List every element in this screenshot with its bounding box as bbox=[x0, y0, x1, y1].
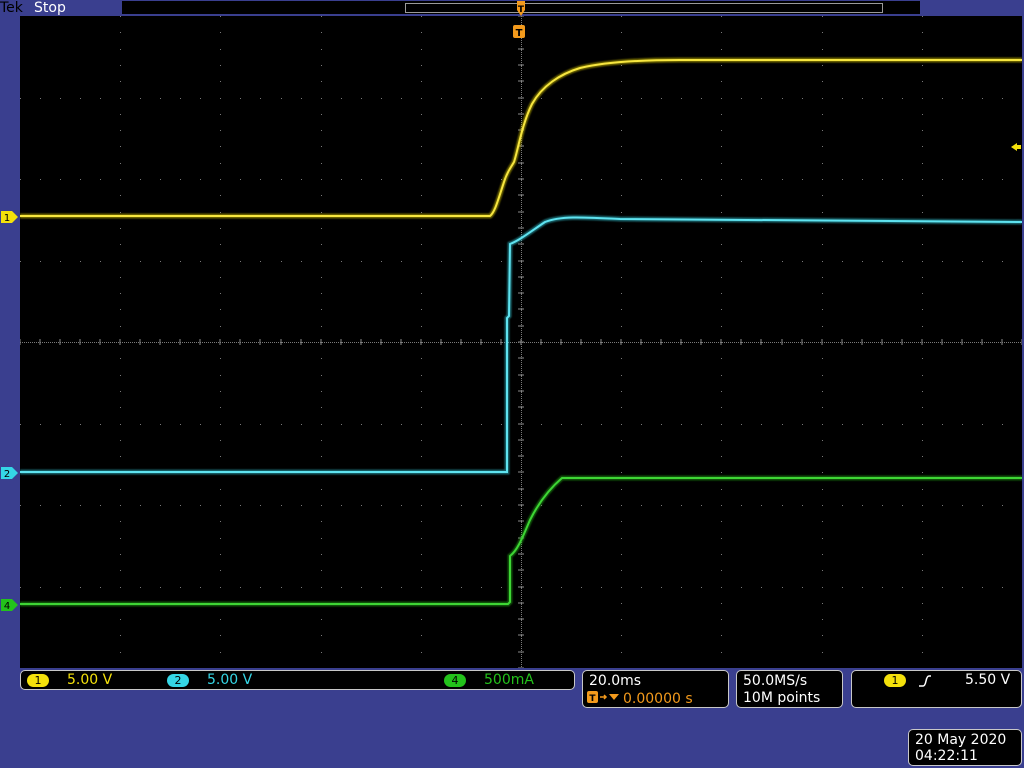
channel-2-scale[interactable]: 5.00 V bbox=[207, 672, 252, 689]
record-length: 10M points bbox=[743, 690, 821, 706]
grid-lines bbox=[20, 16, 1022, 668]
date-label: 20 May 2020 bbox=[915, 732, 1007, 748]
channel-2-badge[interactable]: 2 bbox=[167, 674, 189, 687]
timebase-panel[interactable]: 20.0ms T 0.00000 s bbox=[582, 670, 729, 708]
trigger-position-label: T bbox=[518, 5, 525, 15]
trigger-time-marker-icon: T bbox=[513, 25, 525, 39]
trigger-source-badge[interactable]: 1 bbox=[884, 674, 906, 687]
channel-4-marker[interactable]: 4 bbox=[0, 597, 19, 612]
top-bar: Tek Stop T bbox=[0, 0, 1024, 16]
sample-rate: 50.0MS/s bbox=[743, 673, 808, 689]
channel-1-marker[interactable]: 1 bbox=[0, 209, 19, 224]
record-view-window[interactable] bbox=[405, 3, 883, 13]
channel-4-badge[interactable]: 4 bbox=[444, 674, 466, 687]
rising-edge-icon bbox=[919, 675, 931, 687]
svg-text:2: 2 bbox=[4, 469, 10, 480]
trigger-level[interactable]: 5.50 V bbox=[965, 672, 1010, 689]
time-label: 04:22:11 bbox=[915, 748, 978, 764]
horizontal-scale[interactable]: 20.0ms bbox=[589, 673, 641, 689]
trigger-level-arrow-icon bbox=[1011, 143, 1021, 151]
svg-text:T: T bbox=[516, 28, 523, 39]
horizontal-position[interactable]: T 0.00000 s bbox=[587, 690, 693, 707]
channel-1-scale[interactable]: 5.00 V bbox=[67, 672, 112, 689]
trigger-delay-icon: T bbox=[587, 691, 619, 704]
trigger-panel[interactable]: 1 5.50 V bbox=[851, 670, 1022, 708]
brand-label: Tek bbox=[0, 0, 23, 16]
graticule: T bbox=[20, 16, 1022, 668]
waveform-display[interactable]: T bbox=[20, 16, 1022, 668]
svg-text:1: 1 bbox=[4, 213, 10, 224]
channel-4-scale[interactable]: 500mA bbox=[484, 672, 534, 689]
datetime-panel: 20 May 2020 04:22:11 bbox=[908, 729, 1022, 766]
horizontal-position-value: 0.00000 s bbox=[623, 691, 693, 707]
channel-2-marker[interactable]: 2 bbox=[0, 465, 19, 480]
acquisition-panel[interactable]: 50.0MS/s 10M points bbox=[736, 670, 843, 708]
acquisition-status[interactable]: Stop bbox=[34, 0, 66, 16]
svg-text:T: T bbox=[589, 694, 596, 704]
channel-scale-panel[interactable]: 1 5.00 V 2 5.00 V 4 500mA bbox=[20, 670, 575, 690]
channel-1-badge[interactable]: 1 bbox=[27, 674, 49, 687]
svg-text:4: 4 bbox=[4, 601, 10, 612]
